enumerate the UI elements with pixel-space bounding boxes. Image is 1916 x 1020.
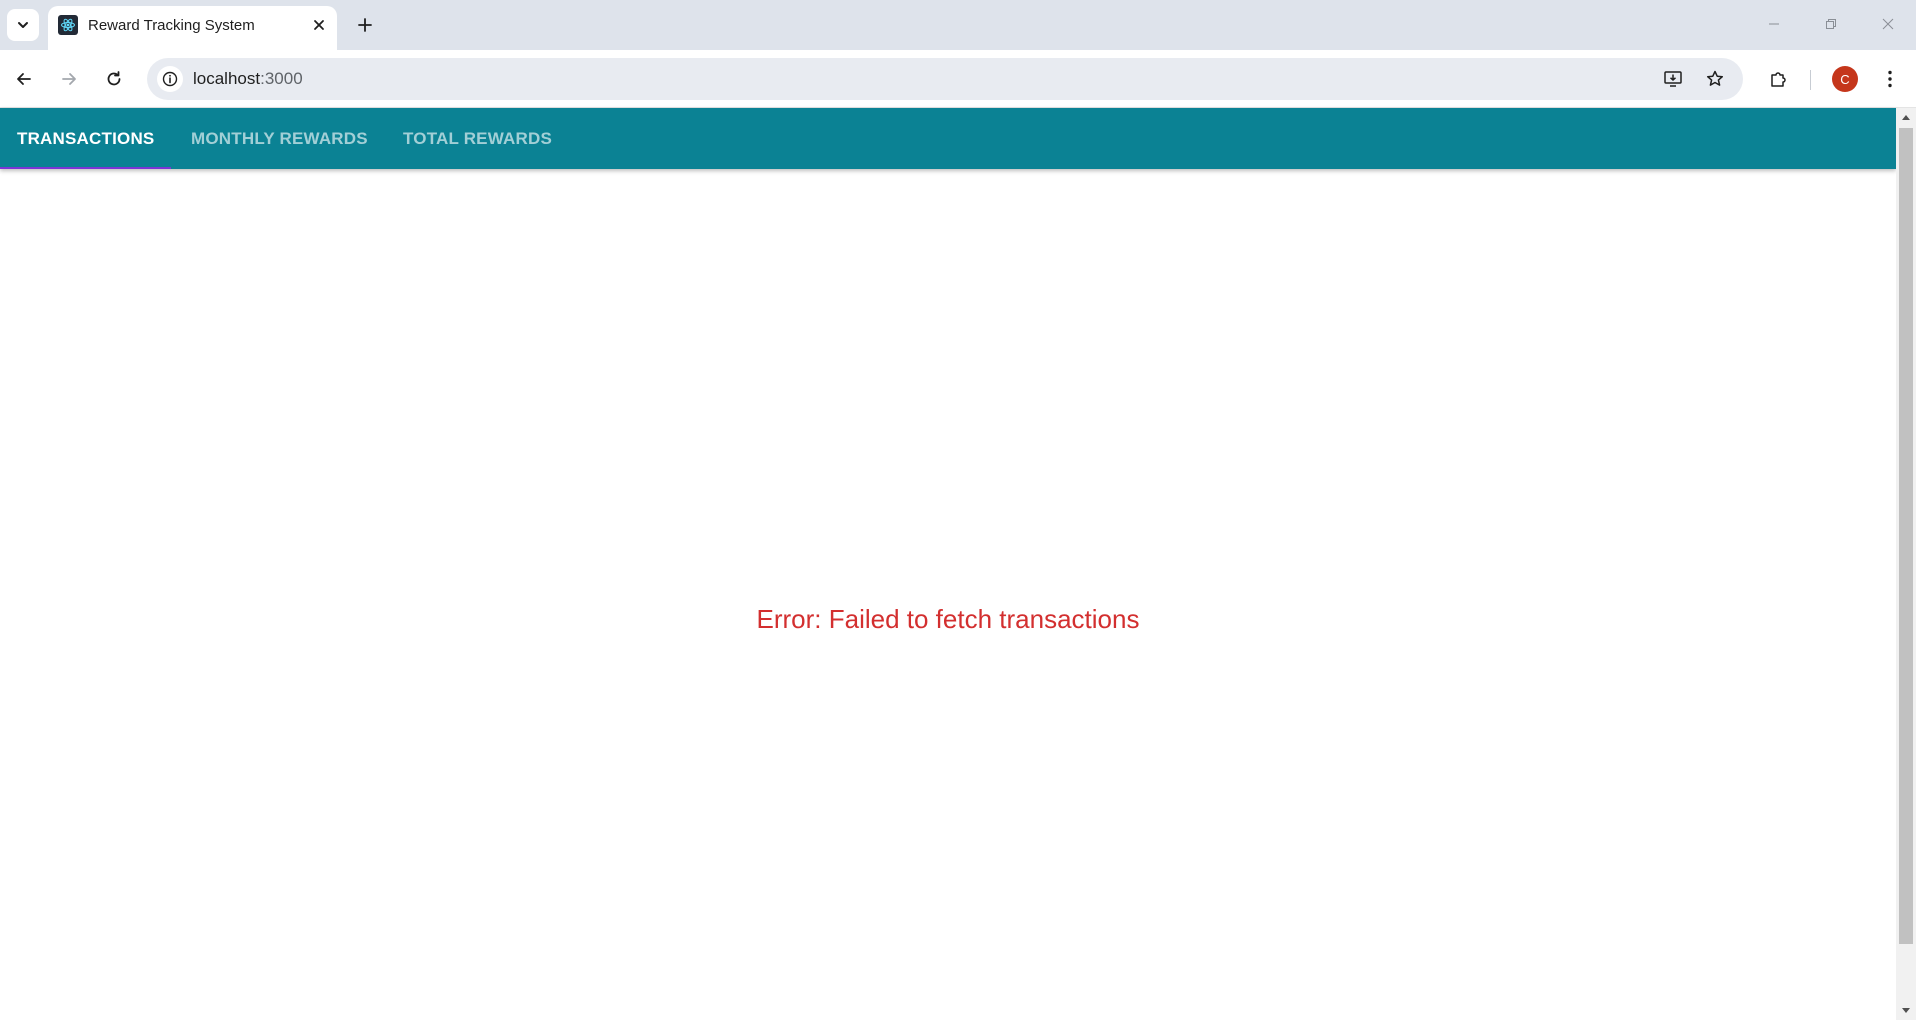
browser-toolbar: localhost:3000 C (0, 50, 1916, 108)
triangle-up-icon (1902, 115, 1910, 120)
address-bar[interactable]: localhost:3000 (147, 58, 1743, 100)
info-icon (162, 71, 178, 87)
back-button[interactable] (7, 62, 41, 96)
minimize-button[interactable] (1751, 6, 1797, 42)
reload-icon (107, 71, 121, 86)
tab-monthly-rewards[interactable]: MONTHLY REWARDS (191, 108, 368, 169)
star-icon (1706, 70, 1724, 86)
page-scrollbar[interactable] (1896, 108, 1916, 1020)
browser-tab-strip: Reward Tracking System (0, 0, 1916, 50)
arrow-right-icon (62, 73, 76, 85)
tab-close-button[interactable] (307, 13, 331, 37)
react-logo-icon (58, 15, 78, 35)
reload-button[interactable] (97, 62, 131, 96)
page-viewport: TRANSACTIONS MONTHLY REWARDS TOTAL REWAR… (0, 108, 1916, 1020)
restore-icon (1826, 19, 1836, 29)
active-tab-indicator (0, 167, 171, 169)
scroll-up-button[interactable] (1896, 108, 1916, 126)
kebab-menu-icon (1888, 70, 1892, 88)
toolbar-divider (1810, 70, 1811, 90)
restore-button[interactable] (1808, 6, 1854, 42)
extensions-button[interactable] (1762, 62, 1796, 96)
install-app-icon (1664, 71, 1682, 87)
scroll-down-button[interactable] (1896, 1002, 1916, 1020)
app-tab-bar: TRANSACTIONS MONTHLY REWARDS TOTAL REWAR… (0, 108, 1896, 169)
url-port: :3000 (260, 69, 303, 88)
tab-title: Reward Tracking System (88, 17, 255, 34)
url-host: localhost (193, 69, 261, 88)
arrow-left-icon (17, 73, 31, 85)
new-tab-button[interactable] (350, 10, 380, 40)
profile-avatar[interactable]: C (1832, 66, 1858, 92)
url-text: localhost:3000 (193, 69, 303, 89)
close-icon (1882, 18, 1894, 30)
scrollbar-thumb[interactable] (1899, 128, 1913, 944)
browser-menu-button[interactable] (1873, 62, 1907, 96)
chevron-down-icon (18, 22, 28, 28)
window-close-button[interactable] (1865, 6, 1911, 42)
error-message: Error: Failed to fetch transactions (756, 604, 1140, 634)
forward-button[interactable] (52, 62, 86, 96)
plus-icon (358, 18, 372, 32)
bookmark-button[interactable] (1702, 66, 1728, 92)
puzzle-icon (1771, 72, 1786, 87)
triangle-down-icon (1902, 1008, 1910, 1013)
tab-transactions[interactable]: TRANSACTIONS (17, 108, 154, 169)
browser-tab[interactable]: Reward Tracking System (48, 6, 337, 50)
minimize-icon (1769, 23, 1779, 25)
site-info-button[interactable] (157, 66, 183, 92)
tab-total-rewards[interactable]: TOTAL REWARDS (403, 108, 552, 169)
install-app-button[interactable] (1660, 66, 1686, 92)
close-icon (314, 20, 324, 30)
tab-search-button[interactable] (7, 9, 39, 41)
